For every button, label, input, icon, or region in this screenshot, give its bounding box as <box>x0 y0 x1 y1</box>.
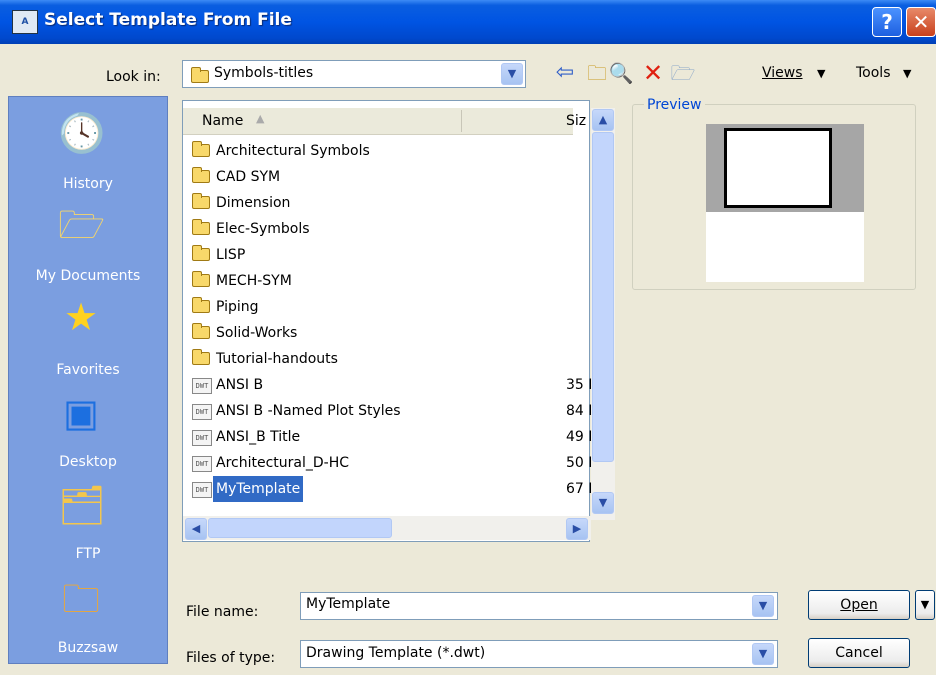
folder-list-item[interactable]: Tutorial-handouts <box>188 346 572 372</box>
folder-icon <box>192 141 210 157</box>
place-favorites[interactable]: Favorites <box>8 362 168 378</box>
tools-label: Tools <box>856 65 891 81</box>
file-name-value[interactable]: MyTemplate <box>306 596 390 612</box>
place-ftp[interactable]: FTP <box>8 546 168 562</box>
file-type-value: Drawing Template (*.dwt) <box>306 645 486 661</box>
folder-icon <box>192 297 210 313</box>
list-item-name: Architectural_D-HC <box>216 455 350 471</box>
cancel-button-label: Cancel <box>835 645 883 661</box>
file-type-chevron-down-icon[interactable]: ▼ <box>752 643 774 665</box>
dwt-file-icon: DWT <box>192 482 212 498</box>
close-button[interactable]: ✕ <box>906 7 936 37</box>
file-list-item[interactable]: DWT ANSI_B Title 49 K <box>188 424 597 450</box>
folder-list-item[interactable]: CAD SYM <box>188 164 572 190</box>
help-button[interactable]: ? <box>872 7 902 37</box>
views-label: Views <box>762 65 803 81</box>
open-button-label: Open <box>840 597 878 613</box>
list-item-name: ANSI B <box>216 377 264 393</box>
dwt-file-icon: DWT <box>192 456 212 472</box>
folder-list-item[interactable]: MECH-SYM <box>188 268 572 294</box>
autocad-icon: A <box>12 10 38 34</box>
list-item-name: MyTemplate <box>213 476 304 502</box>
list-item-name: ANSI B -Named Plot Styles <box>216 403 401 419</box>
file-list-item[interactable]: DWT ANSI B 35 K <box>188 372 597 398</box>
folder-icon <box>192 193 210 209</box>
place-desktop[interactable]: Desktop <box>8 454 168 470</box>
look-in-value: Symbols-titles <box>214 65 314 81</box>
tools-menu[interactable]: Tools ▼ <box>856 65 911 81</box>
column-header-size[interactable]: Siz <box>566 113 586 129</box>
look-in-chevron-down-icon[interactable]: ▼ <box>501 63 523 85</box>
dwt-file-icon: DWT <box>192 430 212 446</box>
column-divider[interactable] <box>461 110 462 132</box>
list-item-name: Architectural Symbols <box>216 143 370 159</box>
look-in-label: Look in: <box>106 69 161 85</box>
list-item-name: ANSI_B Title <box>216 429 301 445</box>
folder-list-item[interactable]: Solid-Works <box>188 320 572 346</box>
buzzsaw-icon[interactable]: 🗀 <box>58 576 104 622</box>
delete-icon[interactable]: ✕ <box>640 60 666 86</box>
list-item-name: Tutorial-handouts <box>216 351 338 367</box>
folder-list-item[interactable]: Piping <box>188 294 572 320</box>
folder-icon <box>192 271 210 287</box>
history-icon[interactable]: 🕓 <box>58 110 105 156</box>
list-item-name: MECH-SYM <box>216 273 292 289</box>
place-buzzsaw[interactable]: Buzzsaw <box>8 640 168 656</box>
ftp-icon[interactable]: 🗂 <box>58 482 106 528</box>
place-my-documents[interactable]: My Documents <box>8 268 168 284</box>
folder-icon <box>192 167 210 183</box>
folder-list-item[interactable]: LISP <box>188 242 572 268</box>
views-menu[interactable]: Views ▼ <box>762 65 825 81</box>
list-item-name: Piping <box>216 299 259 315</box>
file-list-item[interactable]: DWT MyTemplate 67 K <box>188 476 597 502</box>
file-list-item[interactable]: DWT ANSI B -Named Plot Styles 84 K <box>188 398 597 424</box>
scroll-right-icon[interactable]: ▶ <box>566 518 588 540</box>
file-list-item[interactable]: DWT Architectural_D-HC 50 K <box>188 450 597 476</box>
folder-list-item[interactable]: Dimension <box>188 190 572 216</box>
file-name-chevron-down-icon[interactable]: ▼ <box>752 595 774 617</box>
cancel-button[interactable]: Cancel <box>808 638 910 668</box>
place-history[interactable]: History <box>8 176 168 192</box>
scroll-left-icon[interactable]: ◀ <box>185 518 207 540</box>
up-one-level-icon[interactable]: 🗀 <box>584 60 610 86</box>
folder-icon <box>192 349 210 365</box>
open-button[interactable]: Open <box>808 590 910 620</box>
dwt-file-icon: DWT <box>192 378 212 394</box>
back-arrow-icon[interactable]: ⇦ <box>552 60 578 86</box>
file-type-label: Files of type: <box>186 650 276 666</box>
scroll-down-icon[interactable]: ▼ <box>592 492 614 514</box>
folder-icon <box>192 219 210 235</box>
column-header-name[interactable]: Name <box>202 113 243 129</box>
folder-list-item[interactable]: Architectural Symbols <box>188 138 572 164</box>
file-name-label: File name: <box>186 604 259 620</box>
search-icon[interactable]: 🔍 <box>608 60 634 86</box>
folder-list-item[interactable]: Elec-Symbols <box>188 216 572 242</box>
views-chevron-down-icon: ▼ <box>816 67 826 80</box>
favorites-icon[interactable]: ★ <box>58 294 104 340</box>
list-item-name: Dimension <box>216 195 291 211</box>
sort-ascending-icon: ▲ <box>256 112 265 125</box>
horizontal-scroll-thumb[interactable] <box>208 518 392 538</box>
folder-icon <box>192 323 210 339</box>
preview-drawing-sheet <box>724 128 832 208</box>
desktop-icon[interactable]: ▣ <box>58 390 104 436</box>
preview-label: Preview <box>644 97 705 113</box>
folder-icon <box>191 67 209 83</box>
list-item-name: Elec-Symbols <box>216 221 310 237</box>
list-item-name: LISP <box>216 247 246 263</box>
window-title: Select Template From File <box>44 10 292 30</box>
vertical-scroll-thumb[interactable] <box>592 132 614 462</box>
my-documents-icon[interactable]: 🗁 <box>58 202 105 248</box>
tools-chevron-down-icon: ▼ <box>902 67 912 80</box>
dwt-file-icon: DWT <box>192 404 212 420</box>
scroll-up-icon[interactable]: ▲ <box>592 109 614 131</box>
open-options-chevron-down-icon[interactable]: ▼ <box>915 590 935 620</box>
folder-icon <box>192 245 210 261</box>
list-item-name: Solid-Works <box>216 325 298 341</box>
list-item-name: CAD SYM <box>216 169 281 185</box>
new-folder-icon[interactable]: 🗁 <box>670 60 696 86</box>
